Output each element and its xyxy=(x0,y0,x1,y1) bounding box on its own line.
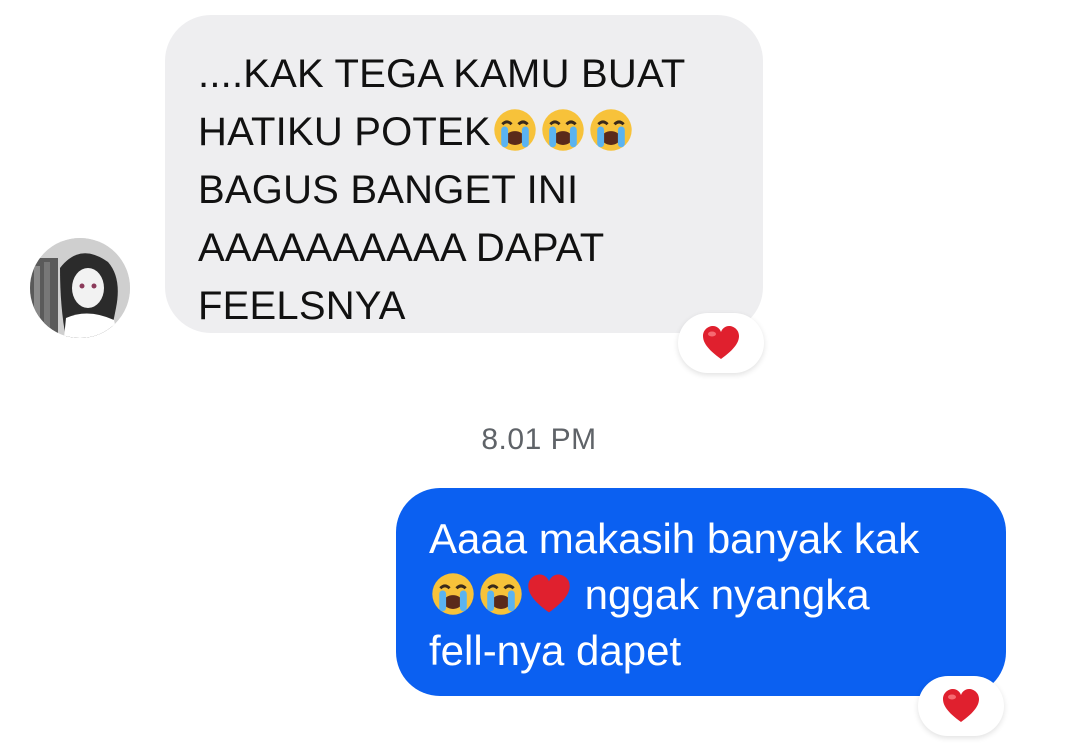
loudly-crying-face-icon xyxy=(588,107,634,153)
loudly-crying-face-icon xyxy=(430,571,476,617)
outgoing-message-bubble[interactable]: Aaaa makasih banyak kak nggak nyangka fe… xyxy=(396,488,1006,696)
message-line: nggak nyangka xyxy=(429,567,986,623)
sender-avatar[interactable] xyxy=(30,238,130,338)
message-line: HATIKU POTEK xyxy=(198,103,733,161)
message-line: AAAAAAAAAA DAPAT xyxy=(198,226,605,270)
loudly-crying-face-icon xyxy=(540,107,586,153)
message-line: ....KAK TEGA KAMU BUAT xyxy=(198,52,686,96)
loudly-crying-face-icon xyxy=(492,107,538,153)
message-line: FEELSNYA xyxy=(198,284,406,328)
avatar-image xyxy=(30,238,130,338)
red-heart-icon xyxy=(526,571,572,617)
message-timestamp: 8.01 PM xyxy=(481,423,597,456)
loudly-crying-face-icon xyxy=(478,571,524,617)
incoming-reaction-badge[interactable] xyxy=(678,313,764,373)
message-text: HATIKU POTEK xyxy=(198,110,491,154)
message-line: Aaaa makasih banyak kak xyxy=(429,515,920,562)
incoming-message-bubble[interactable]: ....KAK TEGA KAMU BUAT HATIKU POTEK BAGU… xyxy=(165,15,763,333)
red-heart-icon xyxy=(943,689,979,722)
message-line: fell-nya dapet xyxy=(429,627,682,674)
message-text: nggak nyangka xyxy=(584,571,870,618)
outgoing-reaction-badge[interactable] xyxy=(918,676,1004,736)
message-line: BAGUS BANGET INI xyxy=(198,168,579,212)
red-heart-icon xyxy=(703,326,739,359)
